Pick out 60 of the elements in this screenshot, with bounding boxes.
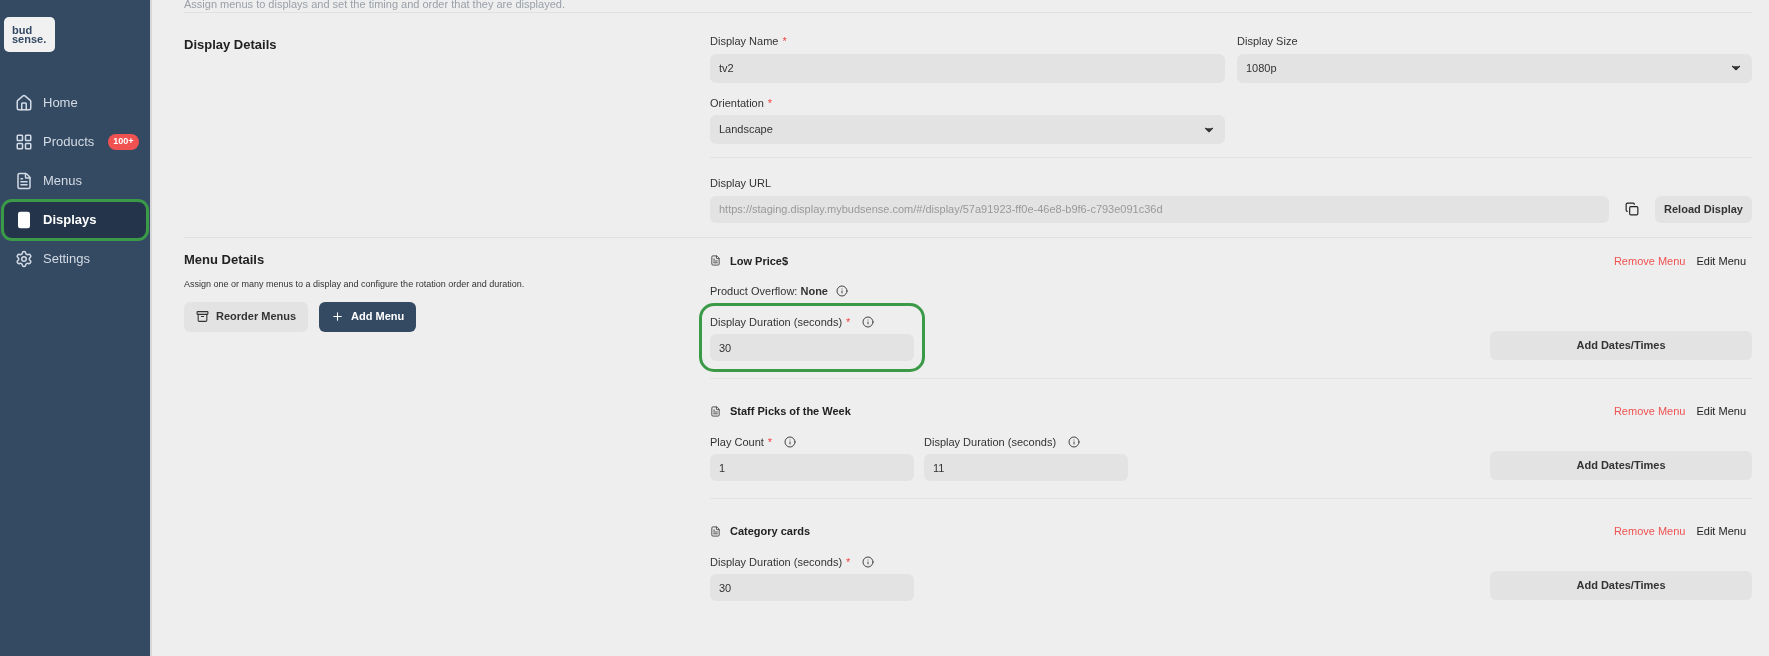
nav-item[interactable]: Home [4,85,146,121]
info-icon [862,555,875,568]
edit-menu-link[interactable]: Edit Menu [1696,523,1746,540]
field-label: Display Duration (seconds) [924,434,1057,450]
required-mark: * [846,554,851,570]
reload-display-button[interactable]: Reload Display [1655,195,1752,223]
duration-input[interactable]: 11 [924,454,1128,481]
add-dates-times-button[interactable]: Add Dates/Times [1490,331,1752,360]
menu-name: Staff Picks of the Week [730,404,851,419]
required-mark: * [846,314,851,330]
field-label: Display Duration (seconds) [710,314,843,330]
reorder-menus-button[interactable]: Reorder Menus [184,301,309,332]
nav-item[interactable]: Settings [4,241,146,277]
document-icon [710,525,721,537]
document-icon [710,255,721,267]
menu-name: Low Price$ [730,253,789,269]
field-label: Display Name [710,34,779,49]
duration-input[interactable]: 30 [710,574,914,601]
document-icon [710,405,721,417]
duration-input[interactable]: 30 [710,334,914,361]
plus-icon [331,310,345,323]
nav-item[interactable]: Products 100+ [4,124,146,160]
field-label: Display Duration (seconds) [710,554,843,570]
grid-icon [15,133,33,151]
copy-icon[interactable] [1625,202,1639,216]
nav-item[interactable]: Menus [4,163,146,199]
section-description: Assign one or many menus to a display and configure the rotation order and duration. [184,278,526,291]
duration-input[interactable]: 1 [710,454,914,481]
edit-menu-link[interactable]: Edit Menu [1696,403,1746,420]
menu-name: Category cards [730,524,811,539]
product-overflow-text: Product Overflow: None [710,284,828,299]
field-label: Orientation [710,95,764,111]
page-subtitle: Assign menus to displays and set the timing and order that they are displayed. [184,0,565,11]
info-icon [1068,435,1081,448]
info-icon [784,435,797,448]
document-icon [15,172,33,190]
field-label: Play Count [710,434,764,450]
nav-item[interactable]: Displays [4,202,146,238]
section-title: Display Details [184,36,278,54]
add-dates-times-button[interactable]: Add Dates/Times [1490,571,1752,600]
edit-menu-link[interactable]: Edit Menu [1696,252,1746,269]
count-badge: 100+ [108,134,139,150]
field-label: Display URL [710,176,772,191]
display-size-select[interactable]: 1080p [1237,53,1752,83]
field-label: Display Size [1237,34,1298,49]
add-menu-button[interactable]: Add Menu [319,301,417,332]
home-icon [15,94,33,112]
section-title: Menu Details [184,250,266,269]
tablet-icon [15,211,33,229]
required-mark: * [767,95,773,111]
display-name-input[interactable]: tv2 [710,53,1225,83]
add-dates-times-button[interactable]: Add Dates/Times [1490,451,1752,480]
tray-icon [196,310,209,323]
orientation-select[interactable]: Landscape [710,115,1225,144]
logo: bud sense. [4,17,55,52]
required-mark: * [767,434,773,450]
required-mark: * [782,34,787,49]
info-icon [862,315,875,328]
info-icon [836,285,848,298]
settings-icon [15,250,33,268]
